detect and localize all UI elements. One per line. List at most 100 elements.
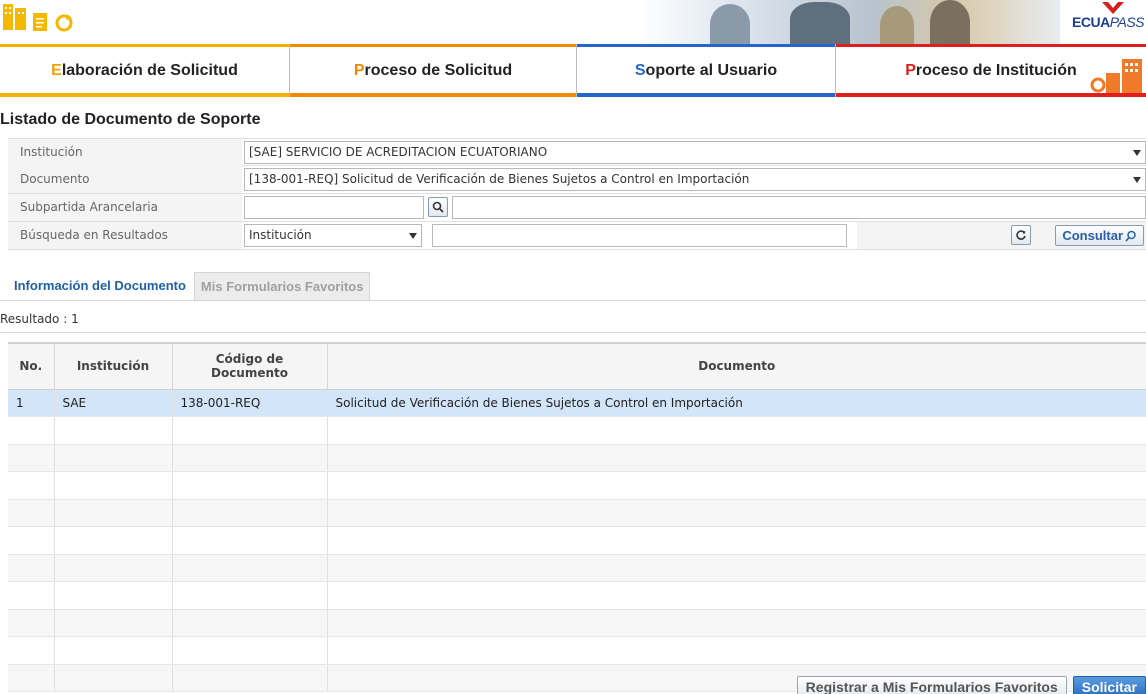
empty-cell (172, 609, 328, 637)
institucion-select[interactable]: [SAE] SERVICIO DE ACREDITACION ECUATORIA… (244, 141, 1146, 164)
cell-institucion: SAE (54, 389, 173, 417)
table-row-empty (8, 581, 1146, 610)
search-icon (1125, 230, 1136, 242)
refresh-icon (55, 14, 73, 32)
empty-cell (172, 526, 328, 555)
empty-cell (172, 416, 328, 445)
consultar-label: Consultar (1062, 228, 1123, 243)
search-icon (432, 201, 444, 213)
table-body: 1 SAE 138-001-REQ Solicitud de Verificac… (8, 389, 1146, 692)
empty-cell (172, 471, 328, 500)
nav-label: laboración de Solicitud (61, 61, 238, 79)
form-icon (33, 13, 47, 31)
header-no[interactable]: No. (8, 342, 55, 390)
empty-cell (8, 416, 55, 445)
consultar-button[interactable]: Consultar (1055, 225, 1144, 246)
table-row-empty (8, 609, 1146, 637)
empty-cell (8, 526, 55, 555)
header-banner-photo (640, 0, 1060, 44)
brand-suffix: PASS (1109, 14, 1145, 30)
empty-cell (8, 664, 55, 692)
institucion-value: [SAE] SERVICIO DE ACREDITACION ECUATORIA… (249, 145, 548, 159)
empty-cell (327, 636, 1146, 665)
result-count: Resultado : 1 (0, 312, 79, 326)
main-nav: Elaboración de Solicitud Proceso de Soli… (0, 44, 1146, 97)
empty-cell (172, 664, 328, 692)
table-row-empty (8, 526, 1146, 555)
registrar-favoritos-button[interactable]: Registrar a Mis Formularios Favoritos (796, 676, 1067, 694)
tab-informacion-documento[interactable]: Información del Documento (8, 272, 192, 300)
empty-cell (54, 664, 173, 692)
nav-elaboracion-solicitud[interactable]: Elaboración de Solicitud (0, 44, 290, 97)
busqueda-field-select[interactable]: Institución (244, 224, 422, 247)
empty-cell (327, 581, 1146, 610)
subpartida-label: Subpartida Arancelaria (8, 194, 242, 221)
subpartida-input[interactable] (244, 196, 424, 219)
empty-cell (172, 554, 328, 582)
empty-cell (8, 499, 55, 527)
cell-no: 1 (8, 389, 55, 417)
empty-cell (8, 471, 55, 500)
nav-initial: P (353, 61, 365, 79)
table-row-empty (8, 636, 1146, 665)
empty-cell (54, 636, 173, 665)
nav-label: roceso de Solicitud (364, 61, 513, 79)
empty-cell (8, 554, 55, 582)
institution-building-icon (1090, 59, 1142, 93)
documento-value: [138-001-REQ] Solicitud de Verificación … (249, 172, 750, 186)
table-row-empty (8, 444, 1146, 472)
empty-cell (172, 499, 328, 527)
busqueda-text-input[interactable] (432, 224, 847, 247)
empty-cell (54, 444, 173, 472)
empty-cell (327, 471, 1146, 500)
empty-cell (172, 581, 328, 610)
nav-soporte-usuario[interactable]: Soporte al Usuario (577, 44, 836, 97)
results-table: No. Institución Código de Documento Docu… (8, 342, 1146, 692)
nav-initial: P (905, 61, 916, 79)
chevron-down-icon (409, 233, 417, 239)
empty-cell (54, 416, 173, 445)
tab-divider (0, 300, 1146, 301)
document-tabs: Información del Documento Mis Formulario… (8, 272, 371, 300)
empty-cell (54, 609, 173, 637)
subpartida-search-button[interactable] (428, 197, 448, 217)
empty-cell (54, 499, 173, 527)
header-codigo[interactable]: Código de Documento (172, 342, 328, 390)
busqueda-label: Búsqueda en Resultados (8, 222, 242, 249)
empty-cell (8, 636, 55, 665)
chevron-down-icon (1133, 177, 1141, 183)
header-codigo-label: Código de Documento (210, 352, 289, 381)
institucion-label: Institución (8, 139, 242, 166)
ecuapass-logo: ECUAPASS (1072, 2, 1145, 30)
empty-cell (327, 609, 1146, 637)
chevron-down-icon (1133, 150, 1141, 156)
action-bar: Registrar a Mis Formularios Favoritos So… (796, 676, 1146, 694)
subpartida-description-input[interactable] (452, 196, 1146, 219)
nav-label: roceso de Institución (915, 61, 1077, 79)
tab-formularios-favoritos[interactable]: Mis Formularios Favoritos (193, 272, 371, 300)
header-institucion[interactable]: Institución (54, 342, 173, 390)
cell-documento: Solicitud de Verificación de Bienes Suje… (327, 389, 1146, 417)
empty-cell (8, 581, 55, 610)
empty-cell (327, 526, 1146, 555)
header: ECUAPASS (0, 0, 1146, 44)
row-institucion: Institución [SAE] SERVICIO DE ACREDITACI… (8, 138, 1146, 166)
row-subpartida: Subpartida Arancelaria (8, 194, 1146, 222)
table-row-empty (8, 554, 1146, 582)
empty-cell (54, 471, 173, 500)
empty-cell (172, 444, 328, 472)
nav-proceso-solicitud[interactable]: Proceso de Solicitud (290, 44, 577, 97)
brand-main: ECUA (1072, 14, 1110, 30)
table-header-row: No. Institución Código de Documento Docu… (8, 342, 1146, 390)
header-documento[interactable]: Documento (327, 342, 1146, 390)
table-row[interactable]: 1 SAE 138-001-REQ Solicitud de Verificac… (8, 389, 1146, 417)
row-documento: Documento [138-001-REQ] Solicitud de Ver… (8, 166, 1146, 194)
empty-cell (327, 444, 1146, 472)
reset-button[interactable] (1011, 225, 1031, 245)
solicitar-button[interactable]: Solicitar (1072, 676, 1146, 694)
cell-codigo: 138-001-REQ (172, 389, 328, 417)
nav-label: oporte al Usuario (645, 61, 778, 79)
nav-initial: E (51, 61, 62, 79)
documento-select[interactable]: [138-001-REQ] Solicitud de Verificación … (244, 168, 1146, 191)
empty-cell (327, 499, 1146, 527)
